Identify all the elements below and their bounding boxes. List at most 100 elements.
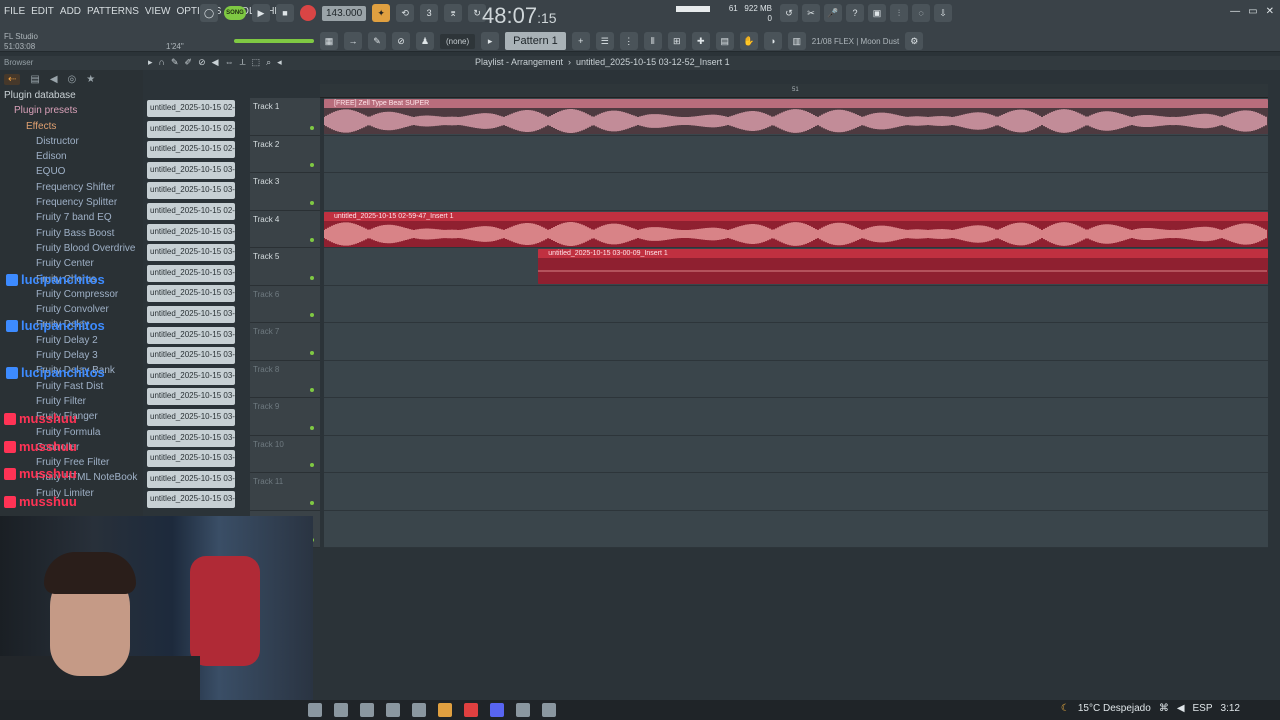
settings-icon[interactable]: ⚙	[905, 32, 924, 50]
channel-button[interactable]: untitled_2025-10-15 03-...	[147, 491, 235, 509]
close-icon[interactable]: ✕	[1266, 6, 1274, 17]
track-header[interactable]: Track 5	[250, 248, 320, 286]
language-indicator[interactable]: ESP	[1193, 703, 1213, 714]
track-lane[interactable]	[324, 323, 1268, 361]
zoom-tool-icon[interactable]: ⌕	[266, 57, 271, 68]
pencil-icon[interactable]: ✎	[368, 32, 386, 50]
browser-item[interactable]: Fruity Formula Controller	[4, 425, 143, 456]
volume-icon[interactable]: ◀	[1177, 703, 1185, 714]
task-view-icon[interactable]	[334, 703, 348, 717]
track-lane[interactable]	[324, 285, 1268, 323]
record-icon[interactable]	[300, 5, 316, 21]
channel-button[interactable]: untitled_2025-10-15 03-...	[147, 285, 235, 303]
browser-item[interactable]: Frequency Splitter	[4, 195, 143, 210]
playlist-menu-icon[interactable]: ▸	[148, 57, 153, 68]
browser-item[interactable]: Fruity Fast Dist	[4, 379, 143, 394]
media-icon[interactable]	[542, 703, 556, 717]
channel-button[interactable]: untitled_2025-10-15 03-...	[147, 182, 235, 200]
playback-tool-icon[interactable]: ◂	[277, 57, 282, 68]
browser-item[interactable]: Frequency Shifter	[4, 180, 143, 195]
mixer-window-icon[interactable]: ⫴	[643, 32, 662, 50]
pattern-prev-icon[interactable]: ▸	[481, 32, 500, 50]
start-icon[interactable]	[308, 703, 322, 717]
track-lane[interactable]: [FREE] Zell Type Beat SUPER	[324, 98, 1268, 136]
delete-tool-icon[interactable]: ⊘	[198, 57, 206, 68]
piano-roll-icon[interactable]: ▦	[320, 32, 338, 50]
discord-icon[interactable]	[490, 703, 504, 717]
track-enable-led[interactable]	[310, 163, 314, 167]
slice-tool-icon[interactable]: ⟂	[240, 57, 246, 68]
undo-icon[interactable]: ↺	[780, 4, 798, 22]
file-explorer-icon[interactable]	[360, 703, 374, 717]
track-header[interactable]: Track 7	[250, 323, 320, 361]
channel-button[interactable]: untitled_2025-10-15 02-...	[147, 120, 235, 138]
select-tool-icon[interactable]: ⬚	[252, 57, 261, 68]
time-display[interactable]: 48:07:15	[482, 3, 557, 29]
browser-item[interactable]: Plugin database	[4, 88, 143, 103]
chat-icon[interactable]: ◌	[912, 4, 930, 22]
track-enable-led[interactable]	[310, 238, 314, 242]
menu-item-edit[interactable]: EDIT	[31, 6, 54, 17]
track-header[interactable]: Track 8	[250, 360, 320, 398]
obs-icon[interactable]	[516, 703, 530, 717]
browser-search-icon[interactable]: ◎	[68, 74, 77, 85]
draw-tool-icon[interactable]: ✎	[171, 57, 179, 68]
master-volume-slider[interactable]	[234, 39, 314, 43]
channel-button[interactable]: untitled_2025-10-15 03-...	[147, 305, 235, 323]
touch-keyboard-icon[interactable]: ✋	[739, 32, 758, 50]
track-lane[interactable]	[324, 435, 1268, 473]
snap-select[interactable]: (none)	[440, 33, 476, 49]
track-lane[interactable]: untitled_2025-10-15 02-59-47_Insert 1	[324, 210, 1268, 248]
track-lane[interactable]	[324, 173, 1268, 211]
paint-tool-icon[interactable]: ✐	[185, 57, 193, 68]
microphone-icon[interactable]: 🎤	[824, 4, 842, 22]
browser-back-icon[interactable]: ⇠	[4, 73, 21, 85]
channel-button[interactable]: untitled_2025-10-15 03-...	[147, 388, 235, 406]
weather-text[interactable]: 15°C Despejado	[1078, 703, 1151, 714]
browser-item[interactable]: Fruity Limiter	[4, 486, 143, 501]
vscode-icon[interactable]	[386, 703, 400, 717]
browser-item[interactable]: Edison	[4, 149, 143, 164]
track-header[interactable]: Track 9	[250, 398, 320, 436]
browser-item[interactable]: Fruity 7 band EQ	[4, 210, 143, 225]
store-icon[interactable]	[412, 703, 426, 717]
track-enable-led[interactable]	[310, 200, 314, 205]
chrome-icon[interactable]	[464, 703, 478, 717]
song-mode-button[interactable]: SONG	[224, 6, 246, 20]
browser-item[interactable]: Fruity Delay 3	[4, 348, 143, 363]
track-header[interactable]: Track 11	[250, 473, 320, 511]
plugin-icon[interactable]: ✚	[691, 32, 710, 50]
save-icon[interactable]: ▣	[868, 4, 886, 22]
slip-tool-icon[interactable]: ⇔	[225, 57, 234, 68]
track-enable-led[interactable]	[310, 125, 314, 130]
track-lane[interactable]	[324, 473, 1268, 511]
track-lane[interactable]	[324, 510, 1268, 548]
channel-button[interactable]: untitled_2025-10-15 03-...	[147, 347, 235, 365]
browser-item[interactable]: Fruity Delay Bank	[4, 363, 143, 378]
track-lane[interactable]	[324, 398, 1268, 436]
help-icon[interactable]: ?	[846, 4, 864, 22]
browser-icon[interactable]: ⊞	[667, 32, 686, 50]
menu-item-view[interactable]: VIEW	[145, 6, 171, 17]
channel-button[interactable]: untitled_2025-10-15 03-...	[147, 450, 235, 468]
browser-item[interactable]: Fruity Delay 2	[4, 333, 143, 348]
channel-button[interactable]: untitled_2025-10-15 03-...	[147, 367, 235, 385]
browser-item[interactable]: Fruity Delay	[4, 317, 143, 332]
magnet-icon[interactable]: ∩	[159, 57, 165, 68]
metronome-icon[interactable]: ◯	[200, 4, 218, 22]
track-header[interactable]: Track 3	[250, 173, 320, 211]
channel-button[interactable]: untitled_2025-10-15 03-...	[147, 326, 235, 344]
browser-item[interactable]: Fruity Compressor	[4, 287, 143, 302]
channel-rack-icon[interactable]: ⋮	[619, 32, 638, 50]
timeline-ruler[interactable]: 51	[320, 84, 1268, 98]
menu-item-add[interactable]: ADD	[60, 6, 81, 17]
browser-speaker-icon[interactable]: ◀	[50, 74, 58, 85]
link-icon[interactable]: ⊘	[392, 32, 410, 50]
minimize-icon[interactable]: —	[1230, 6, 1240, 17]
track-enable-led[interactable]	[310, 388, 314, 392]
browser-item[interactable]: Distructor	[4, 134, 143, 149]
channel-button[interactable]: untitled_2025-10-15 03-...	[147, 161, 235, 179]
typing-keyboard-icon[interactable]: ✦	[372, 4, 391, 22]
track-enable-led[interactable]	[310, 463, 314, 467]
clock[interactable]: 3:12	[1221, 703, 1240, 714]
